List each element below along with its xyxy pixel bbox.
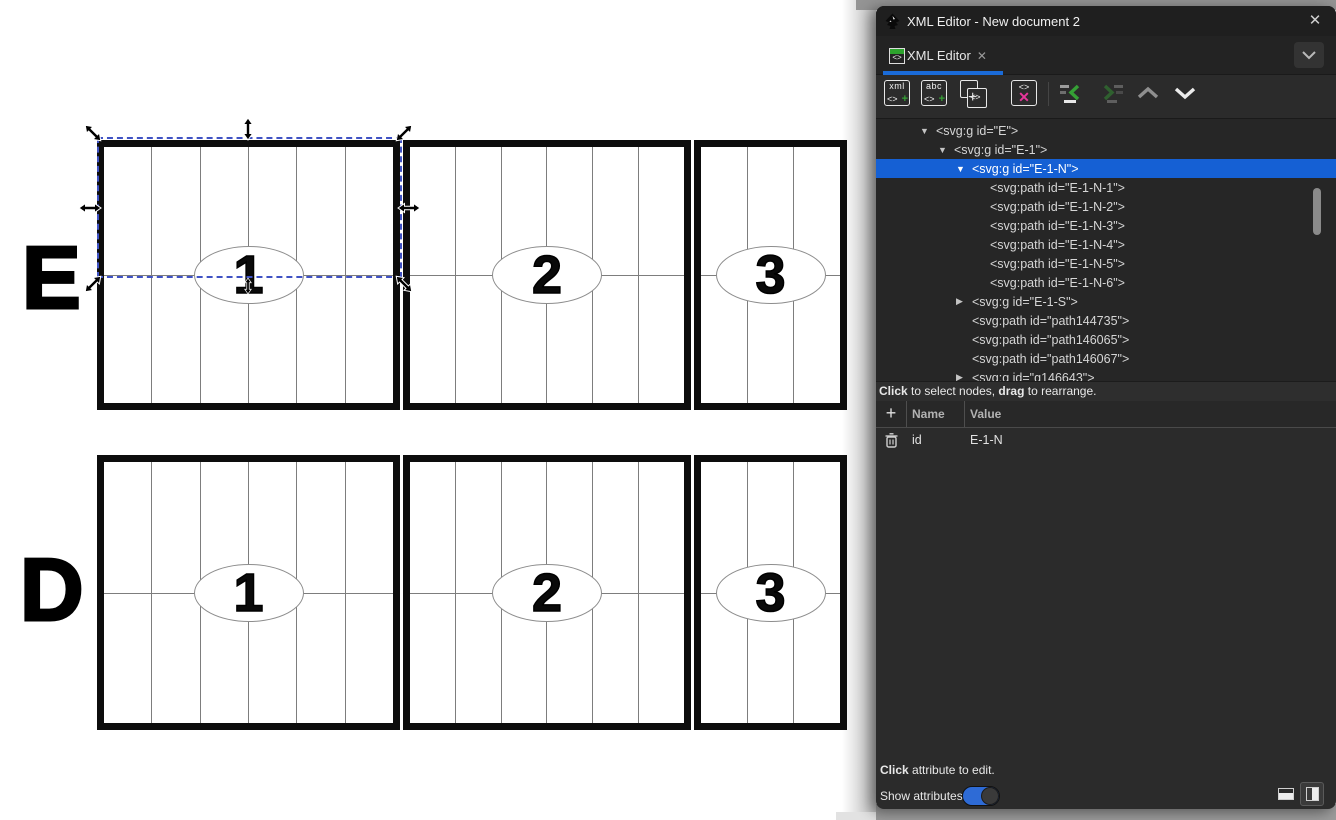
scale-handle-nw[interactable]: [82, 122, 104, 144]
indent-node-button[interactable]: [1099, 80, 1127, 108]
attribute-row[interactable]: id E-1-N: [876, 428, 1336, 454]
tree-node-label: <svg:path id="path146065">: [972, 333, 1129, 347]
tree-node-label: <svg:g id="g146643">: [972, 371, 1095, 382]
scale-handle-w[interactable]: [79, 204, 101, 213]
new-text-node-icon: abc <> +: [921, 80, 947, 106]
tree-node[interactable]: <svg:path id="E-1-N-3">: [876, 216, 1336, 235]
move-node-up-button[interactable]: [1134, 80, 1162, 108]
attribute-name[interactable]: id: [912, 433, 922, 447]
delete-node-button[interactable]: <> ✕: [1011, 80, 1039, 108]
tab-list-dropdown-button[interactable]: [1294, 42, 1324, 68]
tree-node[interactable]: ▶<svg:g id="g146643">: [876, 368, 1336, 381]
drawing-canvas: E D 1 2 3 1 2 3: [0, 0, 876, 820]
inkscape-logo-icon: [884, 13, 901, 30]
expander-open-icon[interactable]: ▼: [938, 145, 954, 155]
tree-node-label: <svg:g id="E-1-S">: [972, 295, 1078, 309]
dialog-title: XML Editor - New document 2: [907, 14, 1080, 29]
tree-node[interactable]: <svg:path id="path146065">: [876, 330, 1336, 349]
tree-node-label: <svg:path id="E-1-N-4">: [990, 238, 1125, 252]
chevron-down-icon: [1171, 80, 1199, 106]
tree-node[interactable]: <svg:path id="path146067">: [876, 349, 1336, 368]
tree-node-label: <svg:path id="E-1-N-3">: [990, 219, 1125, 233]
unindent-node-button[interactable]: [1058, 80, 1086, 108]
add-attribute-button[interactable]: +: [876, 401, 907, 427]
show-attributes-label: Show attributes: [880, 789, 963, 803]
attribute-table-header: + Name Value: [876, 401, 1336, 428]
toggle-knob: [981, 787, 999, 805]
expander-closed-icon[interactable]: ▶: [956, 296, 972, 307]
xml-editor-dialog: XML Editor - New document 2 ✕ <> XML Edi…: [876, 6, 1336, 809]
active-tab-underline: [883, 71, 1003, 75]
tab-label: XML Editor: [907, 48, 971, 63]
tree-node-label: <svg:path id="E-1-N-1">: [990, 181, 1125, 195]
tree-node-selected[interactable]: ▼<svg:g id="E-1-N">: [876, 159, 1336, 178]
expander-open-icon[interactable]: ▼: [920, 126, 936, 136]
attribute-hint-text: Click attribute to edit.: [880, 763, 995, 777]
tree-node[interactable]: ▼<svg:g id="E-1">: [876, 140, 1336, 159]
delete-node-icon: <> ✕: [1011, 80, 1037, 106]
scale-handle-e[interactable]: [398, 204, 420, 213]
xml-node-tree[interactable]: ▼<svg:g id="E">▼<svg:g id="E-1">▼<svg:g …: [876, 118, 1336, 381]
tree-node[interactable]: <svg:path id="E-1-N-5">: [876, 254, 1336, 273]
xml-tab-icon: <>: [889, 48, 905, 64]
chevron-up-icon: [1134, 80, 1162, 106]
tree-scrollbar-thumb[interactable]: [1313, 188, 1321, 235]
chevron-down-icon: [1302, 51, 1316, 60]
new-element-node-button[interactable]: xml <> +: [884, 80, 912, 108]
tree-node[interactable]: <svg:path id="path144735">: [876, 311, 1336, 330]
attribute-value[interactable]: E-1-N: [970, 433, 1003, 447]
attribute-rows: id E-1-N: [876, 428, 1336, 454]
layout-vertical-button[interactable]: [1300, 782, 1324, 806]
move-node-down-button[interactable]: [1171, 80, 1199, 108]
indent-node-icon: [1099, 80, 1125, 106]
tree-node-label: <svg:path id="path144735">: [972, 314, 1129, 328]
layout-horizontal-button[interactable]: [1274, 782, 1298, 806]
toolbar-separator: [1048, 82, 1049, 106]
inkscape-window: E D 1 2 3 1 2 3: [0, 0, 1336, 820]
dialog-titlebar[interactable]: XML Editor - New document 2 ✕: [876, 6, 1336, 36]
tree-node[interactable]: ▼<svg:g id="E">: [876, 121, 1336, 140]
window-edge-bottom-light: [836, 812, 876, 820]
scale-handle-n[interactable]: [244, 118, 253, 140]
scale-handle-ne[interactable]: [393, 122, 415, 144]
layout-horizontal-icon: [1278, 788, 1294, 800]
expander-open-icon[interactable]: ▼: [956, 164, 972, 174]
scale-handle-s[interactable]: [245, 278, 251, 294]
tree-node[interactable]: <svg:path id="E-1-N-2">: [876, 197, 1336, 216]
attribute-name-header: Name: [912, 407, 945, 421]
attribute-column-separator: [964, 401, 965, 427]
duplicate-node-icon-front: <> +: [967, 88, 987, 108]
tree-node-label: <svg:path id="E-1-N-5">: [990, 257, 1125, 271]
tree-node-label: <svg:g id="E">: [936, 124, 1018, 138]
scale-handle-sw[interactable]: [82, 273, 104, 295]
tree-hint-text: Click to select nodes, drag to rearrange…: [876, 381, 1336, 401]
tree-node-label: <svg:path id="path146067">: [972, 352, 1129, 366]
tree-node-label: <svg:path id="E-1-N-6">: [990, 276, 1125, 290]
layout-vertical-icon: [1306, 787, 1319, 801]
unindent-node-icon: [1058, 80, 1084, 106]
tree-node-label: <svg:path id="E-1-N-2">: [990, 200, 1125, 214]
expander-closed-icon[interactable]: ▶: [956, 372, 972, 381]
delete-attribute-icon[interactable]: [885, 433, 898, 448]
dialog-shadow: [842, 0, 876, 820]
tree-node[interactable]: <svg:path id="E-1-N-6">: [876, 273, 1336, 292]
tree-node-label: <svg:g id="E-1">: [954, 143, 1047, 157]
dialog-close-icon[interactable]: ✕: [1304, 10, 1326, 32]
tree-node[interactable]: <svg:path id="E-1-N-4">: [876, 235, 1336, 254]
tree-node-label: <svg:g id="E-1-N">: [972, 162, 1079, 176]
tree-node[interactable]: ▶<svg:g id="E-1-S">: [876, 292, 1336, 311]
attribute-value-header: Value: [970, 407, 1001, 421]
tree-node[interactable]: <svg:path id="E-1-N-1">: [876, 178, 1336, 197]
new-element-node-icon: xml <> +: [884, 80, 910, 106]
scale-handle-se[interactable]: [393, 273, 415, 295]
duplicate-node-button[interactable]: <> +: [959, 80, 987, 108]
new-text-node-button[interactable]: abc <> +: [921, 80, 949, 108]
tab-close-icon[interactable]: ✕: [977, 49, 987, 63]
selection-handles[interactable]: [0, 0, 876, 820]
show-attributes-toggle[interactable]: [962, 786, 1000, 806]
tab-xml-editor[interactable]: <> XML Editor ✕: [883, 40, 993, 71]
dialog-tabbar: <> XML Editor ✕: [876, 36, 1336, 75]
xml-toolbar: xml <> + abc <> + <> +: [876, 76, 1336, 118]
